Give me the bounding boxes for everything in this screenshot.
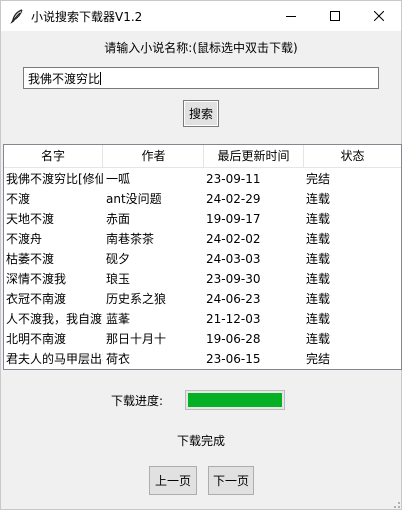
cell-name: 衣冠不南渡 <box>6 292 67 306</box>
cell-name: 君夫人的马甲层出不穷 <box>6 352 103 366</box>
cell-name: 我佛不渡穷比[修仙] <box>6 172 103 186</box>
next-page-button[interactable]: 下一页 <box>208 466 254 495</box>
cell-author: ant没问题 <box>106 192 162 206</box>
cell-status: 连载 <box>306 332 331 346</box>
table-row[interactable]: 君夫人的马甲层出不穷 荷衣 23-06-15 完结 <box>4 349 401 369</box>
cell-status: 连载 <box>306 312 331 326</box>
cell-updated: 23-09-30 <box>206 272 261 286</box>
cell-updated: 23-06-15 <box>206 352 261 366</box>
results-table[interactable]: 名字 作者 最后更新时间 状态 我佛不渡穷比[修仙] 一呱 23-09-11 完… <box>3 144 402 370</box>
cell-status: 连载 <box>306 252 331 266</box>
table-row[interactable]: 天地不渡 赤面 19-09-17 连载 <box>4 209 401 229</box>
cell-name: 北明不南渡 <box>6 332 67 346</box>
table-row[interactable]: 枯萎不渡 砚夕 24-03-03 连载 <box>4 249 401 269</box>
prev-page-button[interactable]: 上一页 <box>149 466 197 495</box>
column-header-name[interactable]: 名字 <box>4 145 103 167</box>
cell-name: 天地不渡 <box>6 212 55 226</box>
cell-author: 琅玉 <box>106 272 131 286</box>
cell-author: 荷衣 <box>106 352 131 366</box>
cell-name: 不渡舟 <box>6 232 43 246</box>
table-row[interactable]: 不渡舟 南巷茶茶 24-02-02 连载 <box>4 229 401 249</box>
cell-updated: 24-02-29 <box>206 192 261 206</box>
cell-updated: 23-09-11 <box>206 172 261 186</box>
resize-grip[interactable] <box>389 497 401 509</box>
cell-status: 完结 <box>306 352 331 366</box>
feather-icon <box>9 8 25 24</box>
title-bar[interactable]: 小说搜索下载器V1.2 <box>1 1 401 31</box>
cell-status: 连载 <box>306 232 331 246</box>
cell-updated: 19-06-28 <box>206 332 261 346</box>
cell-name: 不渡 <box>6 192 31 206</box>
table-row[interactable]: 人不渡我，我自渡 蓝莑 21-12-03 连载 <box>4 309 401 329</box>
cell-author: 砚夕 <box>106 252 131 266</box>
search-input-value: 我佛不渡穷比 <box>28 72 101 86</box>
cell-author: 一呱 <box>106 172 131 186</box>
cell-author: 历史系之狼 <box>106 292 167 306</box>
cell-author: 南巷茶茶 <box>106 232 155 246</box>
column-header-author[interactable]: 作者 <box>104 145 204 167</box>
cell-updated: 24-03-03 <box>206 252 261 266</box>
cell-updated: 24-02-02 <box>206 232 261 246</box>
window-title: 小说搜索下载器V1.2 <box>31 10 143 24</box>
table-header: 名字 作者 最后更新时间 状态 <box>4 145 401 168</box>
cell-name: 人不渡我，我自渡 <box>6 312 103 326</box>
column-header-status[interactable]: 状态 <box>304 145 401 167</box>
maximize-icon <box>330 11 340 21</box>
cell-author: 蓝莑 <box>106 312 131 326</box>
cell-updated: 24-06-23 <box>206 292 261 306</box>
close-button[interactable] <box>357 1 401 31</box>
table-row[interactable]: 我佛不渡穷比[修仙] 一呱 23-09-11 完结 <box>4 169 401 189</box>
download-status: 下载完成 <box>176 434 225 448</box>
search-prompt: 请输入小说名称:(鼠标选中双击下载) <box>104 41 298 55</box>
column-header-updated[interactable]: 最后更新时间 <box>204 145 304 167</box>
minimize-icon <box>286 16 296 17</box>
cell-status: 连载 <box>306 192 331 206</box>
close-icon <box>374 11 384 21</box>
search-button[interactable]: 搜索 <box>183 100 219 127</box>
search-input[interactable]: 我佛不渡穷比 <box>23 67 379 89</box>
table-row[interactable]: 北明不南渡 那日十月十 19-06-28 连载 <box>4 329 401 349</box>
table-row[interactable]: 衣冠不南渡 历史系之狼 24-06-23 连载 <box>4 289 401 309</box>
table-row[interactable]: 不渡 ant没问题 24-02-29 连载 <box>4 189 401 209</box>
maximize-button[interactable] <box>313 1 357 31</box>
cell-name: 深情不渡我 <box>6 272 67 286</box>
cell-name: 枯萎不渡 <box>6 252 55 266</box>
download-progress-bar <box>185 390 285 410</box>
cell-author: 那日十月十 <box>106 332 167 346</box>
cell-status: 连载 <box>306 272 331 286</box>
cell-status: 连载 <box>306 212 331 226</box>
progress-fill <box>188 393 282 407</box>
resize-grip-icon <box>394 502 400 508</box>
cell-author: 赤面 <box>106 212 131 226</box>
main-window: 小说搜索下载器V1.2 请输入小说名称:(鼠标选中双击下载) 我佛不渡穷比 搜索… <box>0 0 402 510</box>
progress-label: 下载进度: <box>111 394 164 408</box>
cell-status: 完结 <box>306 172 331 186</box>
table-row[interactable]: 深情不渡我 琅玉 23-09-30 连载 <box>4 269 401 289</box>
cell-status: 连载 <box>306 292 331 306</box>
cell-updated: 21-12-03 <box>206 312 261 326</box>
minimize-button[interactable] <box>269 1 313 31</box>
cell-updated: 19-09-17 <box>206 212 261 226</box>
text-caret <box>100 72 102 85</box>
